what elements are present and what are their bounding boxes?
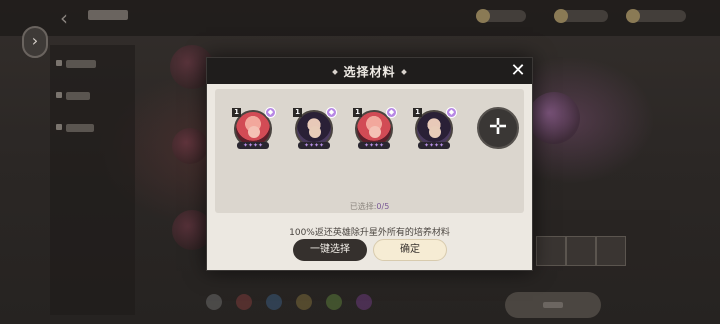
title-ornament-icon	[332, 69, 339, 75]
close-icon[interactable]: ✕	[508, 61, 528, 81]
collapse-chevron-icon[interactable]: ›	[22, 26, 48, 58]
selected-count-value: 0/5	[376, 202, 390, 211]
bg-element-icon	[356, 294, 372, 310]
dialog-title-row: 选择材料	[207, 63, 532, 80]
sidebar-item[interactable]	[66, 60, 96, 68]
hero-stars: ✦✦✦✦	[418, 142, 450, 149]
diamond-icon: ◆	[326, 107, 337, 118]
hero-level: 1	[353, 108, 362, 117]
dialog-header: 选择材料 ✕	[207, 58, 532, 84]
resource-gem	[554, 9, 608, 23]
resource-stamina	[626, 9, 686, 23]
selected-count: 已选择:0/5	[215, 201, 524, 212]
auto-select-button[interactable]: 一键选择	[293, 239, 367, 261]
hero-card[interactable]: 1 ◆ ✦✦✦✦	[232, 107, 276, 150]
diamond-icon: ◆	[446, 107, 457, 118]
hero-stars: ✦✦✦✦	[358, 142, 390, 149]
material-grid: 1 ◆ ✦✦✦✦ 1 ◆ ✦✦✦✦ 1 ◆ ✦✦✦✦ 1 ◆ ✦✦✦✦ ✛ 已选…	[215, 89, 524, 213]
sidebar-item-icon	[56, 60, 62, 66]
bg-hero-card	[172, 128, 208, 164]
sidebar-item-icon	[56, 124, 62, 130]
hero-level: 1	[413, 108, 422, 117]
selected-label: 已选择:	[349, 202, 377, 211]
dialog-title: 选择材料	[343, 65, 396, 79]
bg-element-icon	[296, 294, 312, 310]
dialog-body: 1 ◆ ✦✦✦✦ 1 ◆ ✦✦✦✦ 1 ◆ ✦✦✦✦ 1 ◆ ✦✦✦✦ ✛ 已选…	[207, 84, 532, 270]
diamond-icon: ◆	[265, 107, 276, 118]
title-ornament-icon	[400, 69, 407, 75]
sidebar-item-icon	[56, 92, 62, 98]
resource-gold	[476, 9, 526, 23]
bg-slot	[566, 236, 596, 266]
sidebar-item[interactable]	[66, 92, 90, 100]
hero-stars: ✦✦✦✦	[298, 142, 330, 149]
bg-hero-card	[528, 92, 580, 144]
bg-slot	[596, 236, 626, 266]
bg-element-icon	[206, 294, 222, 310]
back-icon[interactable]: ‹	[60, 8, 80, 28]
bg-element-icon	[236, 294, 252, 310]
diamond-icon: ◆	[386, 107, 397, 118]
select-material-dialog: 选择材料 ✕ 1 ◆ ✦✦✦✦ 1 ◆ ✦✦✦✦ 1 ◆ ✦✦✦✦ 1 ◆ ✦✦…	[206, 57, 533, 271]
bg-element-icon	[266, 294, 282, 310]
plus-icon[interactable]: ✛	[477, 107, 519, 149]
hero-level: 1	[232, 108, 241, 117]
hero-card[interactable]: 1 ◆ ✦✦✦✦	[293, 107, 337, 150]
page-title-placeholder	[88, 10, 128, 20]
sidebar	[50, 45, 135, 315]
hero-stars: ✦✦✦✦	[237, 142, 269, 149]
bg-element-icon	[326, 294, 342, 310]
return-hint: 100%返还英雄除升星外所有的培养材料	[289, 228, 450, 238]
hero-card[interactable]: 1 ◆ ✦✦✦✦	[353, 107, 397, 150]
bg-slot	[536, 236, 566, 266]
sidebar-item[interactable]	[66, 124, 94, 132]
bg-action-button	[505, 292, 601, 318]
hero-card[interactable]: 1 ◆ ✦✦✦✦	[413, 107, 457, 150]
hero-level: 1	[293, 108, 302, 117]
confirm-button[interactable]: 确定	[373, 239, 447, 261]
